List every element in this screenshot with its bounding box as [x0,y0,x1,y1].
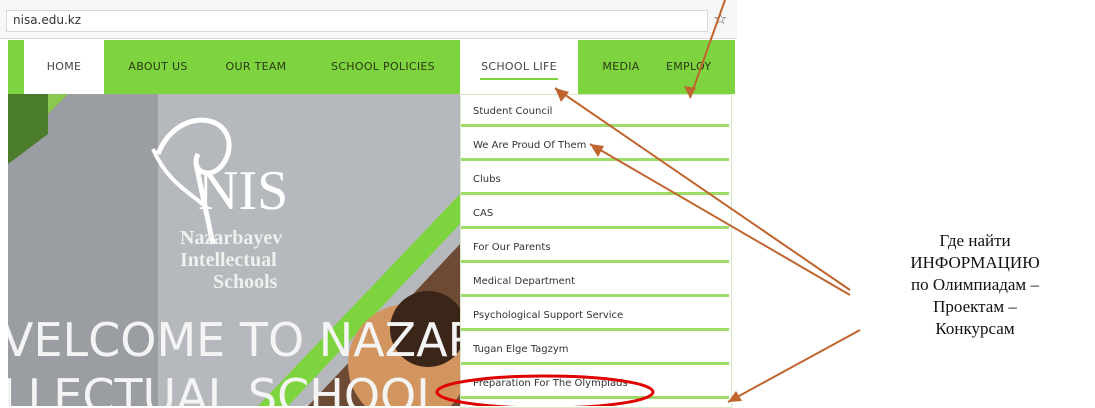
browser-address-bar: nisa.edu.kz ☆ [0,0,737,39]
nav-employ[interactable]: EMPLOY [666,40,746,94]
dropdown-item-clubs[interactable]: Clubs [461,165,729,195]
school-life-dropdown: Student Council We Are Proud Of Them Clu… [460,94,732,408]
nav-school-policies[interactable]: SCHOOL POLICIES [313,40,453,94]
annotation-line-3: по Олимпиадам – [911,275,1039,294]
logo-line-2: Intellectual [180,249,277,271]
annotation-text: Где найти ИНФОРМАЦИЮ по Олимпиадам – Про… [860,230,1090,340]
url-field[interactable]: nisa.edu.kz [6,10,708,32]
welcome-line-2: LLECTUAL SCHOOL [8,369,442,406]
logo-line-1: Nazarbayev [180,227,282,249]
dropdown-item-tugan-elge[interactable]: Tugan Elge Tagzym [461,335,729,365]
logo-nis: NIS [198,160,288,222]
hero-graphic: NIS Nazarbayev Intellectual Schools VELC… [8,94,460,406]
main-nav: HOME ABOUT US OUR TEAM SCHOOL POLICIES S… [8,40,735,94]
nav-school-life-label: SCHOOL LIFE [481,60,557,73]
dropdown-item-psychological[interactable]: Psychological Support Service [461,301,729,331]
hero-banner: NIS Nazarbayev Intellectual Schools VELC… [8,94,460,406]
dropdown-item-olympiads[interactable]: Preparation For The Olympiads [461,369,729,399]
dropdown-item-for-parents[interactable]: For Our Parents [461,233,729,263]
annotation-line-4: Проектам – [933,297,1017,316]
nav-media[interactable]: MEDIA [586,40,656,94]
url-text: nisa.edu.kz [13,13,82,27]
annotation-line-2: ИНФОРМАЦИЮ [910,253,1040,272]
nav-home[interactable]: HOME [24,40,104,94]
nav-school-life[interactable]: SCHOOL LIFE [460,40,578,94]
dropdown-item-medical[interactable]: Medical Department [461,267,729,297]
dropdown-item-cas[interactable]: CAS [461,199,729,229]
nav-about-us[interactable]: ABOUT US [118,40,198,94]
annotation-line-5: Конкурсам [935,319,1015,338]
arrow-to-olympiads [727,329,861,403]
welcome-line-1: VELCOME TO NAZAR [8,313,460,367]
dropdown-item-proud-of-them[interactable]: We Are Proud Of Them [461,131,729,161]
active-underline [480,78,558,80]
annotation-line-1: Где найти [939,231,1011,250]
dropdown-item-student-council[interactable]: Student Council [461,97,729,127]
star-icon[interactable]: ☆ [713,9,727,28]
nav-our-team[interactable]: OUR TEAM [216,40,296,94]
logo-line-3: Schools [213,271,278,293]
